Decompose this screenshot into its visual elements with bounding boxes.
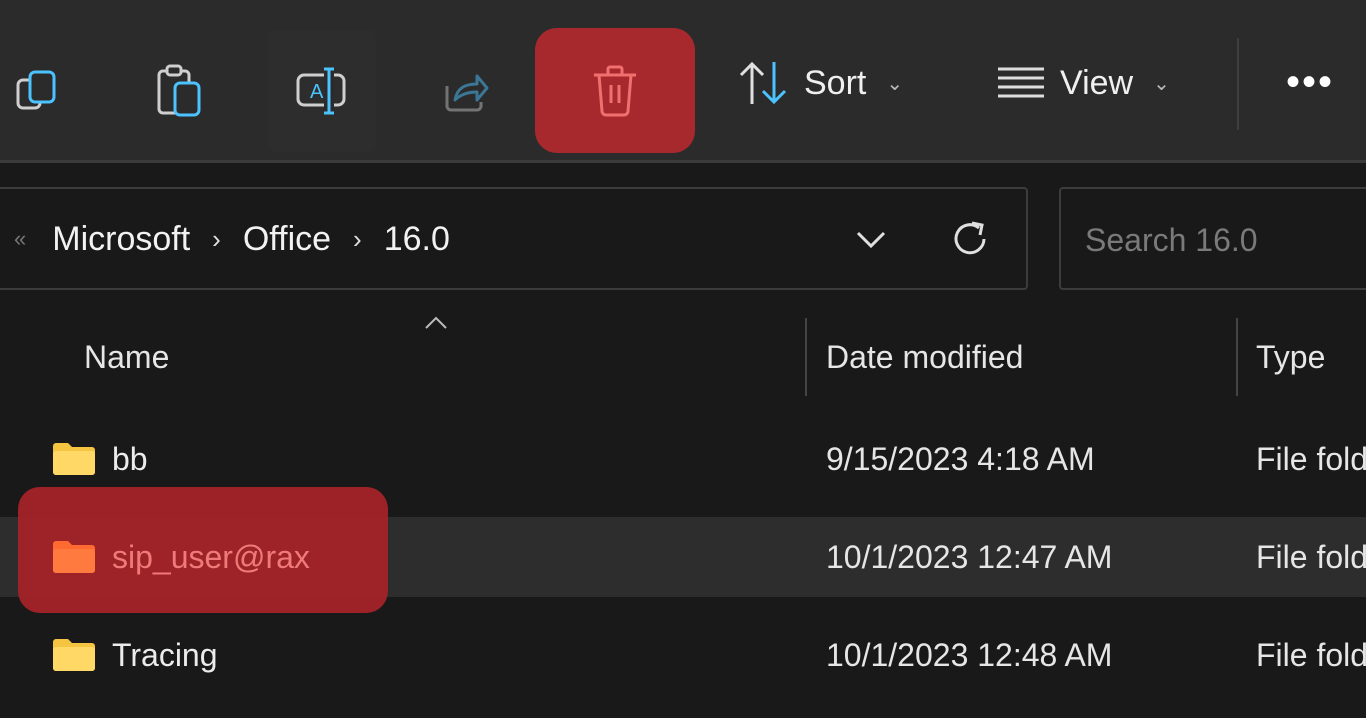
column-divider[interactable] (1236, 318, 1238, 396)
share-button[interactable] (420, 30, 512, 152)
breadcrumb-microsoft[interactable]: Microsoft (52, 220, 190, 259)
rename-icon: A (296, 67, 346, 115)
file-type: File folder (1256, 538, 1366, 575)
chevron-down-icon (856, 231, 886, 249)
svg-text:A: A (310, 81, 324, 103)
view-list-icon (998, 67, 1044, 98)
column-divider[interactable] (805, 318, 807, 396)
paste-icon (157, 64, 201, 117)
file-row[interactable]: Tracing 10/1/2023 12:48 AM File folder (0, 615, 1366, 695)
folder-icon (53, 639, 95, 671)
view-label: View (1060, 63, 1134, 102)
column-header-date[interactable]: Date modified (826, 318, 1023, 396)
refresh-button[interactable] (948, 217, 992, 266)
breadcrumb-16-0[interactable]: 16.0 (384, 220, 450, 259)
sort-button[interactable]: Sort ⌄ (738, 50, 903, 116)
column-header-type[interactable]: Type (1256, 318, 1325, 396)
sort-arrows-icon (739, 61, 787, 105)
folder-icon (53, 541, 95, 573)
command-bar: A Sort ⌄ View ⌄ ••• (0, 0, 1366, 162)
sort-ascending-caret-icon (425, 316, 447, 329)
breadcrumb-office[interactable]: Office (243, 220, 331, 259)
address-history-dropdown[interactable] (854, 219, 888, 264)
file-type: File folder (1256, 440, 1366, 477)
file-name: Tracing (112, 636, 218, 673)
breadcrumb-overflow[interactable]: « (14, 226, 26, 252)
breadcrumb: « Microsoft › Office › 16.0 (14, 189, 450, 289)
delete-button[interactable] (535, 28, 695, 153)
search-box[interactable] (1059, 187, 1366, 290)
column-header-name[interactable]: Name (84, 318, 169, 396)
share-icon (445, 74, 489, 112)
file-date: 9/15/2023 4:18 AM (826, 440, 1095, 477)
search-input[interactable] (1083, 217, 1366, 263)
view-button[interactable]: View ⌄ (996, 50, 1170, 116)
paste-button[interactable] (130, 30, 230, 152)
file-name-selected[interactable]: sip_user@rax (52, 517, 310, 597)
trash-icon (594, 65, 636, 116)
file-name: bb (112, 440, 148, 477)
breadcrumb-separator[interactable]: › (353, 224, 362, 255)
file-type: File folder (1256, 636, 1366, 673)
folder-icon (53, 443, 95, 475)
breadcrumb-separator[interactable]: › (212, 224, 221, 255)
toolbar-border (0, 160, 1366, 163)
file-name: sip_user@rax (112, 538, 310, 575)
chevron-down-icon: ⌄ (1153, 72, 1170, 95)
copy-icon (16, 70, 56, 110)
chevron-down-icon: ⌄ (886, 72, 904, 95)
more-options-button[interactable]: ••• (1286, 60, 1334, 105)
copy-button[interactable] (0, 30, 74, 152)
refresh-icon (954, 221, 986, 255)
file-date: 10/1/2023 12:48 AM (826, 636, 1113, 673)
address-bar[interactable]: « Microsoft › Office › 16.0 (0, 187, 1028, 290)
toolbar-divider (1237, 38, 1239, 130)
rename-button[interactable]: A (268, 30, 376, 152)
file-date: 10/1/2023 12:47 AM (826, 538, 1113, 575)
sort-label: Sort (804, 63, 867, 102)
